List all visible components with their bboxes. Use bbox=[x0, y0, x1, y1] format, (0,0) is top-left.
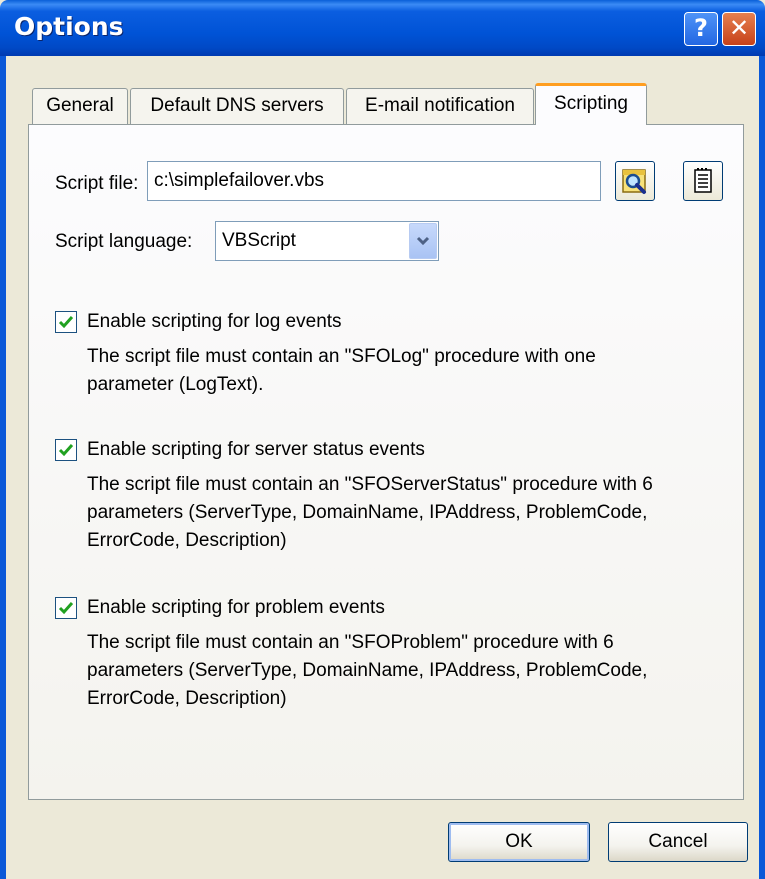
tab-email-notification[interactable]: E-mail notification bbox=[346, 88, 534, 124]
help-icon: ? bbox=[694, 14, 708, 42]
description-line: parameter (LogText). bbox=[87, 374, 264, 395]
window-frame-right bbox=[759, 56, 765, 879]
server-status-events-checkbox[interactable] bbox=[55, 439, 77, 461]
description-line: ErrorCode, Description) bbox=[87, 530, 287, 551]
description-line: The script file must contain an "SFOLog"… bbox=[87, 346, 596, 367]
script-file-label: Script file: bbox=[55, 173, 139, 194]
window-title: Options bbox=[14, 12, 124, 41]
close-icon: ✕ bbox=[728, 14, 750, 42]
dropdown-arrow[interactable] bbox=[409, 223, 437, 259]
tab-label: Scripting bbox=[554, 93, 628, 114]
log-events-label[interactable]: Enable scripting for log events bbox=[87, 311, 342, 333]
tab-scripting[interactable]: Scripting bbox=[535, 83, 647, 125]
checkmark-icon bbox=[58, 444, 74, 457]
checkmark-icon bbox=[58, 316, 74, 329]
server-status-events-label[interactable]: Enable scripting for server status event… bbox=[87, 439, 425, 461]
script-language-select[interactable]: VBScript bbox=[215, 221, 439, 261]
checkmark-icon bbox=[58, 602, 74, 615]
close-button[interactable]: ✕ bbox=[722, 12, 756, 46]
log-events-checkbox[interactable] bbox=[55, 311, 77, 333]
help-button[interactable]: ? bbox=[684, 12, 718, 46]
description-line: The script file must contain an "SFOServ… bbox=[87, 474, 653, 495]
script-file-input[interactable]: c:\simplefailover.vbs bbox=[147, 161, 601, 201]
chevron-down-icon bbox=[416, 236, 430, 246]
scripting-tab-page: Script file: c:\simplefailover.vbs Scrip… bbox=[28, 124, 744, 800]
problem-events-label[interactable]: Enable scripting for problem events bbox=[87, 597, 385, 619]
tab-label: E-mail notification bbox=[365, 95, 515, 116]
script-language-label: Script language: bbox=[55, 231, 193, 252]
server-status-events-description: The script file must contain an "SFOServ… bbox=[87, 471, 653, 555]
tab-general[interactable]: General bbox=[32, 88, 128, 124]
window-frame-left bbox=[0, 56, 6, 879]
browse-magnifier-icon bbox=[622, 169, 646, 194]
browse-button[interactable] bbox=[615, 161, 655, 201]
script-language-value: VBScript bbox=[222, 230, 296, 251]
edit-script-button[interactable] bbox=[683, 161, 723, 201]
description-line: parameters (ServerType, DomainName, IPAd… bbox=[87, 502, 648, 523]
log-events-description: The script file must contain an "SFOLog"… bbox=[87, 343, 596, 399]
title-bar[interactable]: Options ? ✕ bbox=[0, 0, 765, 56]
ok-button[interactable]: OK bbox=[448, 822, 590, 862]
description-line: parameters (ServerType, DomainName, IPAd… bbox=[87, 660, 648, 681]
description-line: ErrorCode, Description) bbox=[87, 688, 287, 709]
problem-events-checkbox[interactable] bbox=[55, 597, 77, 619]
notepad-icon bbox=[694, 168, 712, 193]
description-line: The script file must contain an "SFOProb… bbox=[87, 632, 614, 653]
tab-label: Default DNS servers bbox=[150, 95, 324, 116]
problem-events-description: The script file must contain an "SFOProb… bbox=[87, 629, 647, 713]
tab-label: General bbox=[46, 95, 114, 116]
cancel-button[interactable]: Cancel bbox=[608, 822, 748, 862]
tab-default-dns-servers[interactable]: Default DNS servers bbox=[130, 88, 344, 124]
